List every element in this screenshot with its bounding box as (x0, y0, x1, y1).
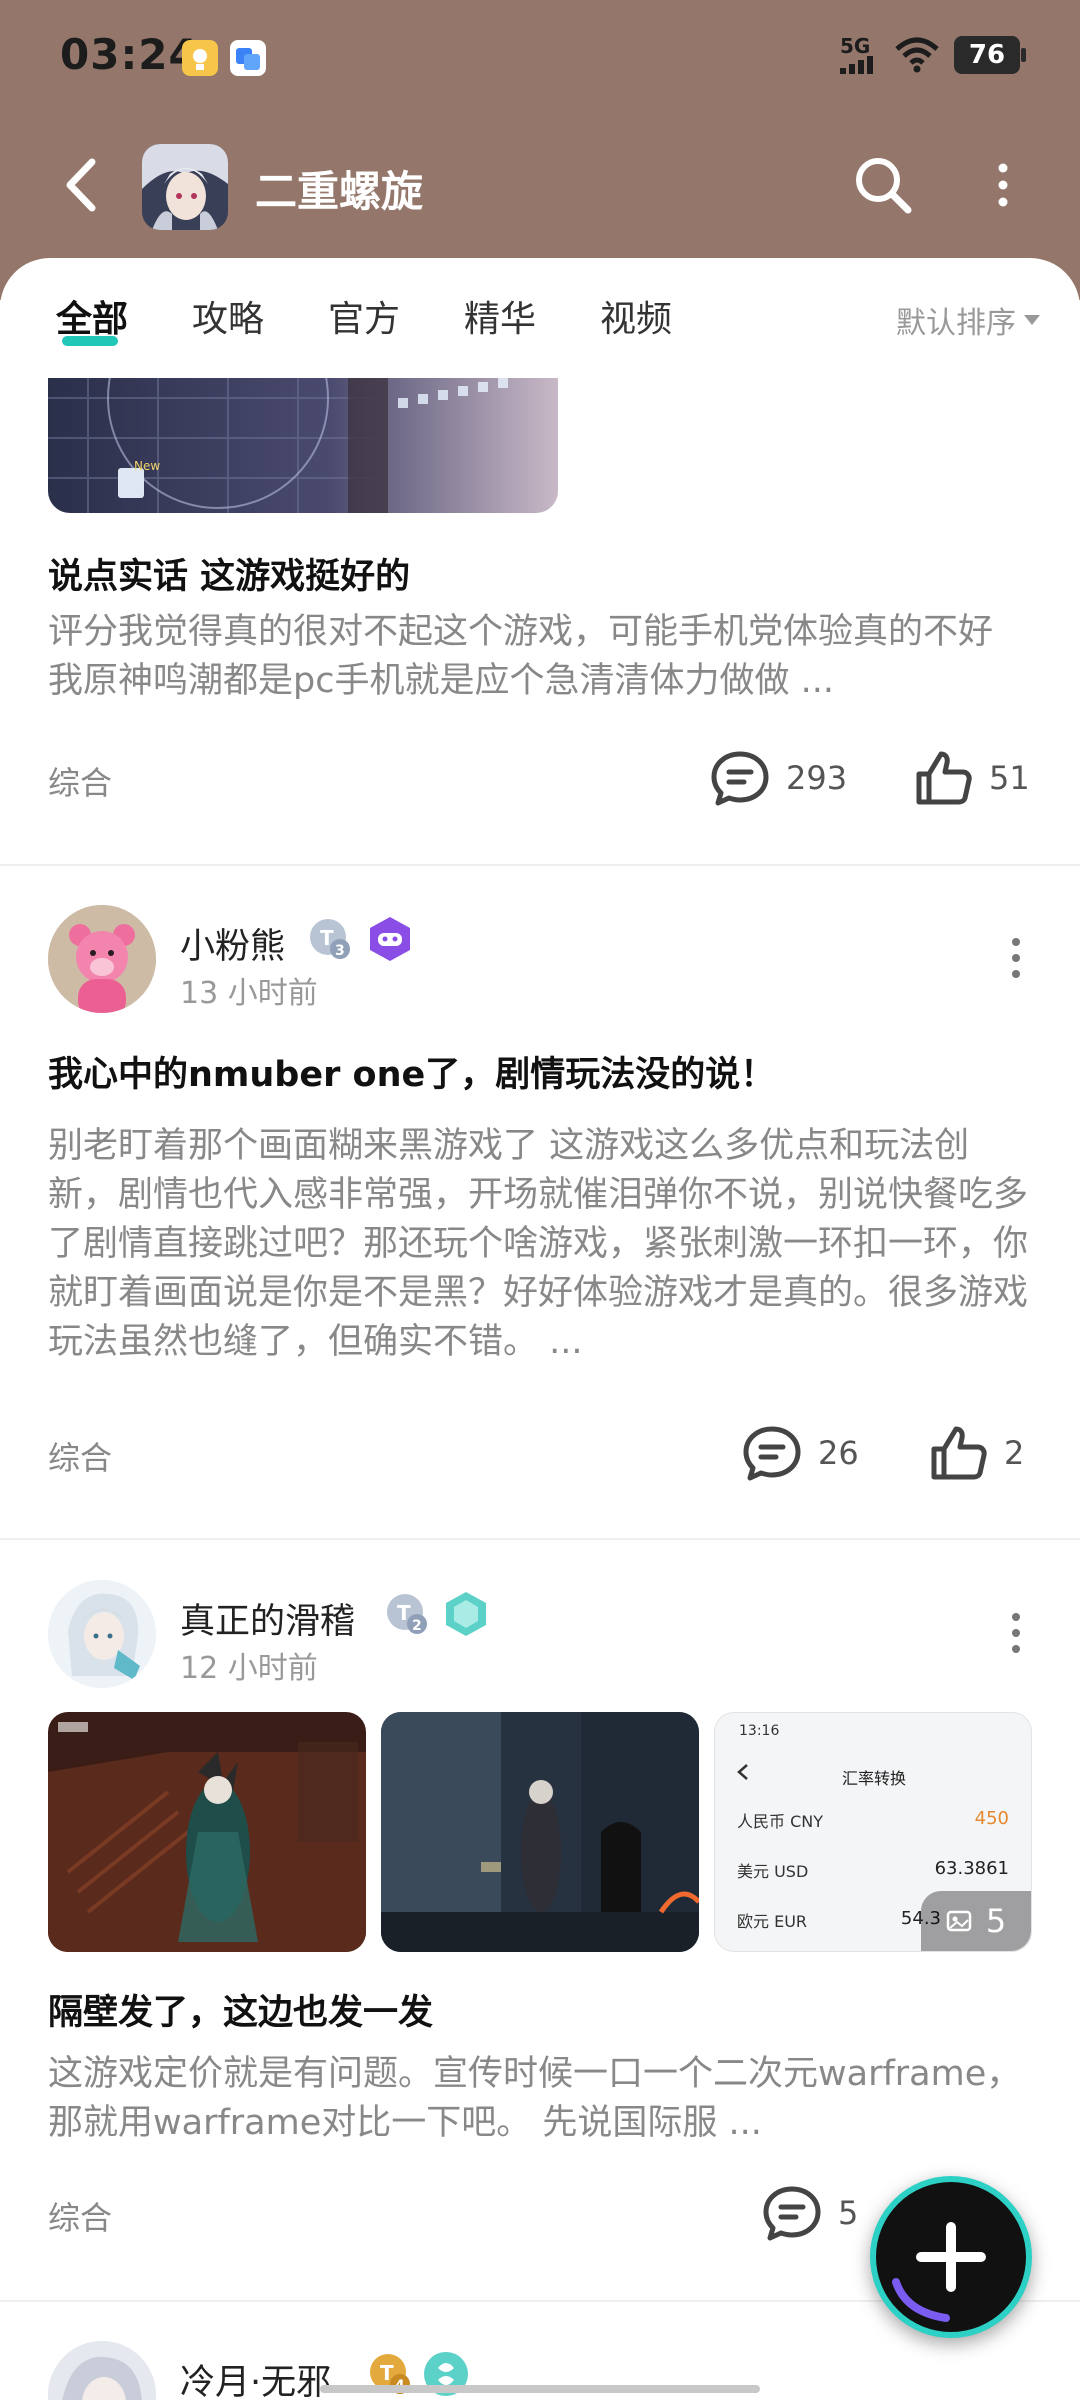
image-count: 5 (985, 1902, 1007, 1940)
page-title: 二重螺旋 (255, 167, 424, 216)
post-title[interactable]: 我心中的nmuber one了，剧情玩法没的说！ (48, 1046, 1038, 1097)
sort-dropdown[interactable]: 默认排序 (896, 298, 1040, 342)
back-arrow-icon[interactable] (52, 150, 112, 220)
author-name[interactable]: 冷月·无邪 (180, 2354, 331, 2400)
filter-tabs: 全部 攻略 官方 精华 视频 默认排序 (0, 258, 1080, 378)
screenshot-row-value: 450 (974, 1808, 1009, 1829)
screenshot-row-label: 人民币 CNY (737, 1812, 824, 1831)
tab-all[interactable]: 全部 (56, 290, 128, 342)
search-icon[interactable] (848, 150, 918, 220)
post-image-screenshot[interactable]: 13:16 汇率转换 人民币 CNY 450 美元 USD 63.3861 欧元… (714, 1712, 1032, 1952)
screenshot-time: 13:16 (739, 1723, 780, 1739)
screenshot-row-label: 欧元 EUR (737, 1912, 808, 1931)
comment-stat[interactable]: 5 (762, 2185, 858, 2241)
post-excerpt[interactable]: 这游戏定价就是有问题。宣传时候一口一个二次元warframe，那就用warfra… (48, 2050, 1038, 2148)
status-bar: 03:24 5G 76 (0, 0, 1080, 110)
post-time: 12 小时前 (180, 1651, 318, 1686)
comment-count: 293 (786, 759, 848, 797)
tab-featured[interactable]: 精华 (464, 290, 536, 342)
top-nav-bar: 二重螺旋 (0, 130, 1080, 240)
divider (0, 1538, 1080, 1540)
comment-count: 5 (838, 2194, 859, 2232)
status-indicators: 5G 76 (840, 36, 1026, 74)
post-excerpt[interactable]: 别老盯着那个画面糊来黑游戏了 这游戏这么多优点和玩法创新，剧情也代入感非常强，开… (48, 1122, 1038, 1367)
signal-icon: 5G (840, 36, 880, 74)
notification-app-icon-1 (182, 40, 218, 76)
screenshot-row-label: 美元 USD (737, 1862, 809, 1881)
network-type: 5G (840, 34, 871, 58)
comment-stat[interactable]: 26 (742, 1425, 859, 1481)
like-stat[interactable]: 2 (930, 1425, 1024, 1481)
comment-icon (763, 2186, 821, 2241)
level-number: 2 (412, 1618, 422, 1634)
avatar[interactable] (48, 905, 156, 1013)
thumbs-up-icon (931, 1426, 987, 1480)
notification-app-icon-2 (230, 40, 266, 76)
plus-icon (892, 2222, 986, 2322)
post-image-grid: 13:16 汇率转换 人民币 CNY 450 美元 USD 63.3861 欧元… (48, 1712, 1032, 1952)
tab-guides[interactable]: 攻略 (192, 290, 264, 342)
post-more-icon[interactable] (1006, 933, 1026, 983)
active-tab-indicator (62, 336, 118, 346)
post-image[interactable] (381, 1712, 699, 1952)
tab-videos[interactable]: 视频 (600, 290, 672, 342)
post-feed[interactable]: New 说点实话 这游戏挺好的 评分我觉得真的很对不起这个游戏，可能手机党体验真… (0, 378, 1080, 2400)
caret-down-icon (1024, 315, 1040, 325)
comment-icon (743, 1426, 801, 1481)
svg-text:New: New (134, 459, 160, 473)
screenshot-title: 汇率转换 (841, 1769, 906, 1788)
images-icon (946, 1910, 972, 1932)
home-indicator[interactable] (320, 2385, 760, 2393)
divider (0, 864, 1080, 866)
status-time: 03:24 (60, 30, 199, 79)
post-more-icon[interactable] (1006, 1608, 1026, 1658)
post-image[interactable] (48, 1712, 366, 1952)
like-count: 2 (1004, 1434, 1025, 1472)
gamer-badge-icon (370, 917, 410, 961)
content-sheet: 全部 攻略 官方 精华 视频 默认排序 New 说点实话 这游戏挺好的 评分我觉… (0, 258, 1080, 2400)
level-badge-icon: T3 (310, 919, 350, 959)
wifi-icon (895, 37, 939, 73)
level-badge-icon: T2 (387, 1594, 427, 1634)
sort-label: 默认排序 (896, 306, 1016, 341)
create-post-button[interactable] (870, 2176, 1032, 2338)
screenshot-row-value: 63.3861 (934, 1858, 1009, 1879)
avatar[interactable] (48, 2341, 156, 2400)
level-number: 3 (335, 943, 345, 959)
author-name[interactable]: 小粉熊 (180, 918, 285, 969)
cube-badge-icon (446, 1592, 486, 1636)
comment-icon (711, 751, 769, 806)
post-title[interactable]: 隔壁发了，这边也发一发 (48, 1984, 1038, 2035)
comment-stat[interactable]: 293 (710, 750, 847, 806)
like-stat[interactable]: 51 (915, 750, 1030, 806)
battery-indicator: 76 (954, 36, 1026, 74)
post-category[interactable]: 综合 (48, 2193, 112, 2239)
post-time: 13 小时前 (180, 976, 318, 1011)
author-name[interactable]: 真正的滑稽 (180, 1593, 355, 1644)
thumbs-up-icon (916, 751, 972, 805)
more-options-icon[interactable] (985, 160, 1021, 210)
avatar[interactable] (48, 1580, 156, 1688)
like-count: 51 (989, 759, 1030, 797)
post-category[interactable]: 综合 (48, 1433, 112, 1479)
post-category[interactable]: 综合 (48, 758, 112, 804)
post-title[interactable]: 说点实话 这游戏挺好的 (48, 548, 1038, 599)
image-count-overlay: 5 (921, 1891, 1031, 1951)
post-excerpt[interactable]: 评分我觉得真的很对不起这个游戏，可能手机党体验真的不好 我原神鸣潮都是pc手机就… (48, 608, 1038, 706)
comment-count: 26 (818, 1434, 859, 1472)
tab-official[interactable]: 官方 (328, 290, 400, 342)
game-logo[interactable] (142, 144, 228, 230)
post-image[interactable]: New (48, 378, 558, 513)
